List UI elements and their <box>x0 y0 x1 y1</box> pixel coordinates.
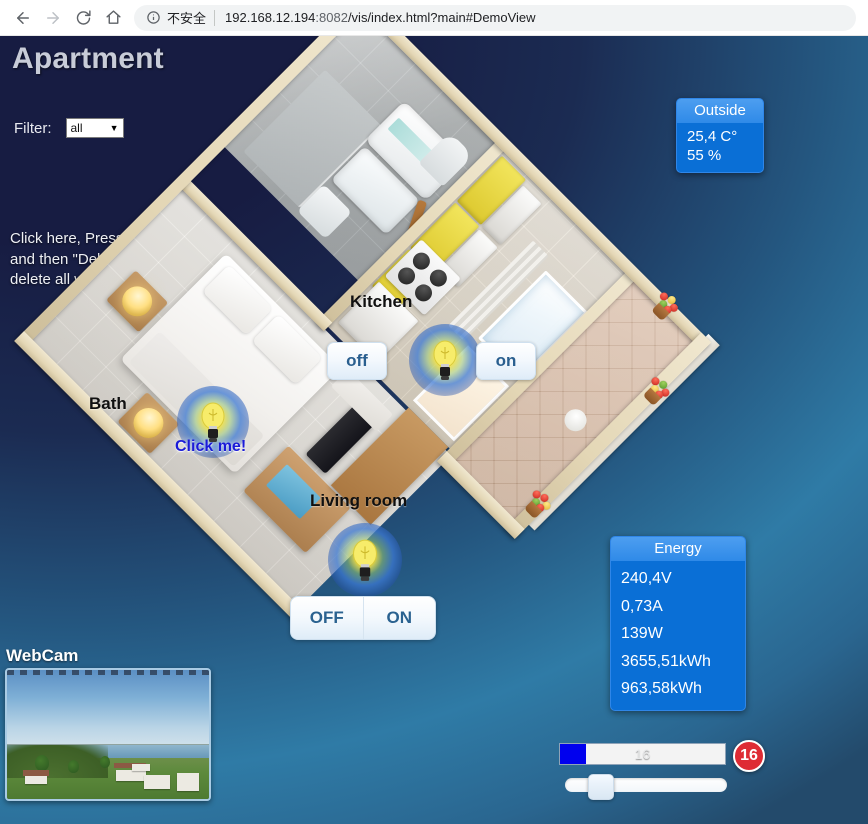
room-label-kitchen: Kitchen <box>350 292 413 311</box>
webcam-frame[interactable] <box>5 668 211 801</box>
energy-current-value: 0,73A <box>621 597 663 615</box>
webcam-image <box>7 670 209 799</box>
living-light-on-button[interactable]: ON <box>364 597 436 639</box>
webcam-house <box>25 775 48 784</box>
living-light-off-button[interactable]: OFF <box>291 597 364 639</box>
url-text: 192.168.12.194:8082/vis/index.html?main#… <box>225 10 536 25</box>
energy-power-value: 139W <box>621 625 663 643</box>
living-light-button-group: OFF ON <box>290 596 436 640</box>
energy-secondary-consumption-value: 963,58kWh <box>621 680 702 698</box>
light-bulb-icon-living[interactable] <box>328 523 402 597</box>
webcam-tree <box>67 760 79 774</box>
kitchen-light-on-button[interactable]: on <box>476 342 536 380</box>
progress-bar-value: 16 <box>634 746 651 762</box>
filter-selected-value: all <box>70 121 83 135</box>
webcam-hill <box>7 744 108 779</box>
home-icon[interactable] <box>98 3 128 33</box>
outside-temperature-value: 25,4 C° <box>687 128 738 145</box>
energy-total-consumption-value: 3655,51kWh <box>621 652 711 670</box>
energy-panel: Energy 240,4V 0,73A 139W 3655,51kWh 963,… <box>610 536 746 711</box>
forward-arrow-icon[interactable] <box>38 3 68 33</box>
back-arrow-icon[interactable] <box>8 3 38 33</box>
webcam-tree <box>35 754 50 771</box>
reload-icon[interactable] <box>68 3 98 33</box>
page-title: Apartment <box>12 42 164 75</box>
filter-select[interactable]: all ▼ <box>65 118 124 138</box>
webcam-title: WebCam <box>6 646 79 665</box>
security-status-label: 不安全 <box>167 11 207 26</box>
filter-label: Filter: <box>14 119 52 137</box>
outside-weather-panel: Outside 25,4 C° 55 % <box>676 98 764 174</box>
browser-toolbar: 不安全 192.168.12.194:8082/vis/index.html?m… <box>0 0 868 36</box>
energy-panel-body: 240,4V 0,73A 139W 3655,51kWh 963,58kWh <box>611 561 745 710</box>
slider-handle[interactable] <box>588 774 615 800</box>
dimmer-slider[interactable] <box>565 774 727 800</box>
omnibox-divider <box>214 9 216 26</box>
energy-panel-title: Energy <box>611 537 745 561</box>
light-bulb-icon-kitchen[interactable] <box>409 324 481 396</box>
vis-view-canvas[interactable]: Apartment Filter: all ▼ Click here, Pres… <box>0 36 868 824</box>
webcam-house <box>132 763 151 771</box>
webcam-house <box>144 774 171 789</box>
webcam-house <box>116 769 147 781</box>
outside-humidity-value: 55 % <box>687 147 722 165</box>
webcam-tree <box>99 756 110 769</box>
outside-panel-body: 25,4 C° 55 % <box>677 123 763 172</box>
progress-bar[interactable]: 16 <box>559 743 726 765</box>
filter-row: Filter: all ▼ <box>14 118 124 138</box>
room-label-bath: Bath <box>89 394 127 413</box>
kitchen-light-off-button[interactable]: off <box>327 342 387 380</box>
webcam-timestamp-strip <box>7 670 209 675</box>
energy-voltage-value: 240,4V <box>621 570 672 587</box>
info-circle-icon[interactable] <box>146 10 161 25</box>
chevron-down-icon: ▼ <box>109 122 119 133</box>
status-badge: 16 <box>733 740 765 772</box>
room-label-living: Living room <box>310 491 408 510</box>
address-bar[interactable]: 不安全 192.168.12.194:8082/vis/index.html?m… <box>134 4 856 31</box>
outside-panel-title: Outside <box>677 99 763 123</box>
webcam-house <box>176 773 199 792</box>
webcam-sky <box>7 670 209 750</box>
